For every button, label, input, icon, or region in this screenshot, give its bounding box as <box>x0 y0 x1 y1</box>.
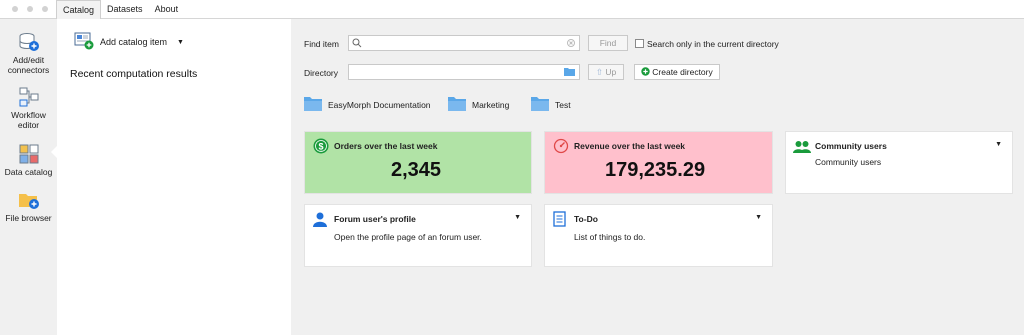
left-panel: Add catalog item ▼ Recent computation re… <box>57 19 291 335</box>
database-connector-icon <box>18 31 40 53</box>
plus-circle-icon <box>641 66 650 80</box>
find-item-label: Find item <box>304 39 339 49</box>
folder-icon <box>304 96 322 113</box>
folder-icon[interactable] <box>564 67 576 79</box>
nav-item-workflow-editor[interactable]: Workflow editor <box>0 86 57 130</box>
add-catalog-item-icon <box>74 32 94 52</box>
card-description: List of things to do. <box>574 232 646 242</box>
nav-item-connectors[interactable]: Add/edit connectors <box>0 31 57 75</box>
nav-label: connectors <box>7 65 50 75</box>
card-title: Community users <box>815 141 887 151</box>
window-dot-icon[interactable] <box>12 6 18 12</box>
window-dot-icon[interactable] <box>27 6 33 12</box>
card-description: Open the profile page of an forum user. <box>334 232 482 242</box>
nav-label: Data catalog <box>4 167 53 177</box>
search-icon <box>352 38 362 50</box>
notebook-icon <box>553 211 566 229</box>
window-dot-icon[interactable] <box>42 6 48 12</box>
nav-label: File browser <box>5 213 52 223</box>
chevron-down-icon[interactable]: ▼ <box>995 141 1002 148</box>
gauge-icon <box>553 138 569 156</box>
orders-value: 2,345 <box>391 159 442 181</box>
add-catalog-item-label: Add catalog item <box>100 37 168 47</box>
card-title: Orders over the last week <box>334 141 438 151</box>
dollar-icon: $ <box>313 138 329 156</box>
forum-profile-card[interactable]: Forum user's profile Open the profile pa… <box>304 204 532 267</box>
folder-icon <box>531 96 549 113</box>
folder-item[interactable]: Marketing <box>448 96 509 113</box>
nav-item-data-catalog[interactable]: Data catalog <box>0 143 57 177</box>
only-current-dir-label: Search only in the current directory <box>647 39 779 49</box>
create-directory-button[interactable]: Create directory <box>634 64 720 80</box>
card-title: To-Do <box>574 214 598 224</box>
title-bar: Catalog Datasets About <box>0 0 1024 19</box>
tab-datasets[interactable]: Datasets <box>101 0 149 19</box>
folder-item[interactable]: EasyMorph Documentation <box>304 96 431 113</box>
folder-icon <box>448 96 466 113</box>
nav-item-file-browser[interactable]: File browser <box>0 189 57 223</box>
data-catalog-icon <box>18 143 40 165</box>
up-button-label: Up <box>605 67 617 77</box>
revenue-value: 179,235.29 <box>605 159 706 181</box>
chevron-down-icon[interactable]: ▼ <box>514 214 521 221</box>
directory-label: Directory <box>304 68 339 78</box>
arrow-up-icon: ⇧ <box>595 67 603 77</box>
main-area: Find item Find Search only in the curren… <box>291 19 1024 335</box>
user-icon <box>313 212 327 229</box>
users-icon <box>793 140 811 156</box>
nav-label: Workflow <box>11 110 46 120</box>
tab-about[interactable]: About <box>149 0 185 19</box>
folder-name: EasyMorph Documentation <box>328 99 431 110</box>
nav-label: Add/edit <box>12 55 45 65</box>
clear-icon[interactable] <box>567 39 575 49</box>
card-title: Forum user's profile <box>334 214 416 224</box>
nav-rail: Add/edit connectors Workflow editor Data… <box>0 19 57 335</box>
community-users-card[interactable]: Community users Community users ▼ <box>785 131 1013 194</box>
add-catalog-item-button[interactable]: Add catalog item ▼ <box>74 32 184 52</box>
window-controls <box>12 6 48 12</box>
card-title: Revenue over the last week <box>574 141 686 151</box>
folder-name: Test <box>555 99 571 110</box>
recent-results-heading: Recent computation results <box>70 68 198 80</box>
nav-label: editor <box>17 120 40 130</box>
folder-name: Marketing <box>472 99 510 110</box>
orders-card[interactable]: $ Orders over the last week 2,345 <box>304 131 532 194</box>
workflow-icon <box>18 86 40 108</box>
card-description: Community users <box>815 157 882 167</box>
todo-card[interactable]: To-Do List of things to do. ▼ <box>544 204 773 267</box>
find-button[interactable]: Find <box>588 35 628 51</box>
up-button[interactable]: ⇧ Up <box>588 64 624 80</box>
chevron-down-icon[interactable]: ▼ <box>177 39 184 46</box>
svg-text:$: $ <box>318 142 323 152</box>
tab-catalog[interactable]: Catalog <box>56 0 102 19</box>
directory-input[interactable] <box>348 64 580 80</box>
only-current-dir-checkbox[interactable] <box>635 39 644 48</box>
find-item-input[interactable] <box>348 35 580 51</box>
chevron-down-icon[interactable]: ▼ <box>755 214 762 221</box>
create-directory-label: Create directory <box>652 67 713 77</box>
folder-icon <box>18 189 40 211</box>
folder-item[interactable]: Test <box>531 96 571 113</box>
tab-strip: Catalog Datasets About <box>56 0 184 19</box>
revenue-card[interactable]: Revenue over the last week 179,235.29 <box>544 131 773 194</box>
